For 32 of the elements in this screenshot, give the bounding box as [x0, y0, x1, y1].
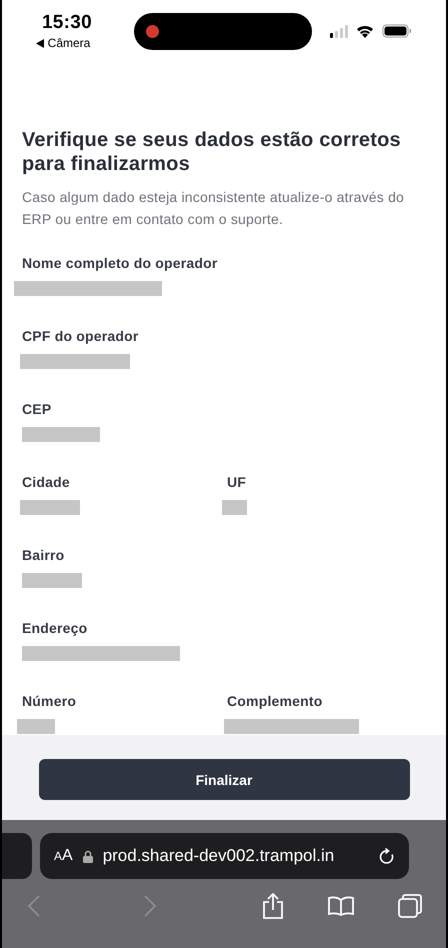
field-label: Nome completo do operador — [22, 254, 218, 272]
share-icon[interactable] — [262, 893, 284, 919]
field-label: CEP — [22, 400, 52, 418]
signal-icon — [330, 24, 348, 38]
field-label: CPF do operador — [22, 327, 139, 345]
lock-icon — [82, 850, 93, 862]
field-label: Número — [22, 692, 76, 710]
redaction-bar — [222, 500, 247, 515]
redaction-bar — [17, 719, 55, 734]
redaction-bar — [20, 500, 80, 515]
tabs-icon[interactable] — [398, 894, 422, 918]
page-description: Caso algum dado esteja inconsistente atualize-o através do ERP ou entre em contato com o suporte. — [22, 188, 406, 229]
bookmarks-icon[interactable] — [328, 896, 354, 916]
back-to-app-link[interactable]: Câmera — [48, 36, 90, 50]
field-label: Cidade — [22, 473, 70, 491]
finish-button[interactable]: Finalizar — [38, 759, 410, 800]
reload-icon[interactable] — [379, 848, 395, 864]
page-heading: Verifique se seus dados estão corretos para finalizarmos — [22, 128, 402, 176]
text-size-button[interactable]: AA — [54, 847, 73, 865]
field-label: Bairro — [22, 546, 64, 564]
field-label: UF — [227, 473, 246, 491]
field-label: Complemento — [227, 692, 323, 710]
url-text: prod.shared-dev002.trampol.in — [102, 846, 336, 866]
battery-icon — [382, 24, 412, 38]
wifi-icon — [356, 24, 374, 38]
redaction-bar — [22, 573, 82, 588]
address-bar[interactable]: AA prod.shared-dev002.trampol.in — [40, 833, 409, 879]
previous-tab-pill[interactable] — [2, 833, 32, 879]
field-label: Endereço — [22, 619, 88, 637]
back-triangle-icon — [36, 38, 44, 48]
recording-dot — [146, 25, 159, 38]
clock-time: 15:30 — [42, 12, 92, 34]
